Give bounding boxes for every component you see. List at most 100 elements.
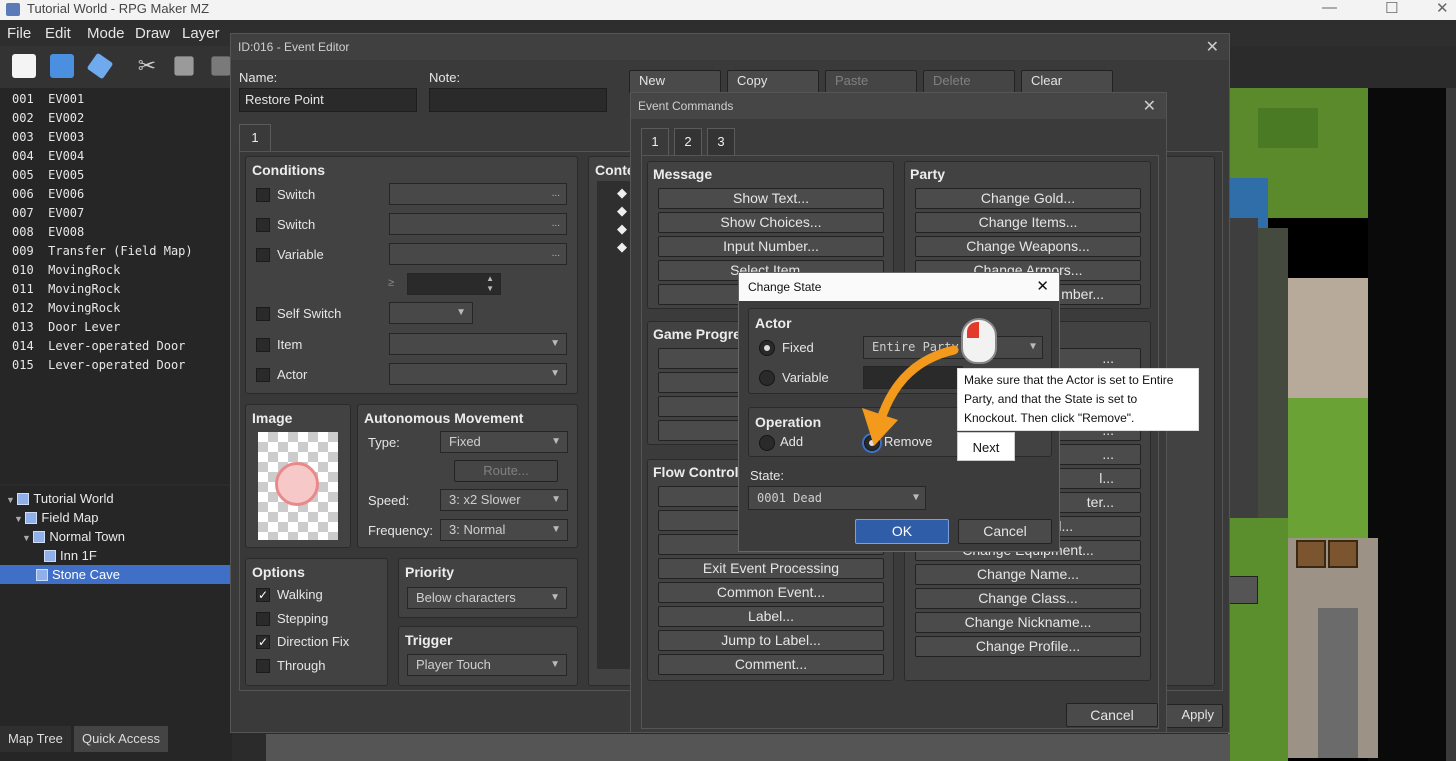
- switch2-checkbox[interactable]: [256, 218, 270, 232]
- list-item[interactable]: 011 MovingRock: [12, 280, 120, 299]
- through-checkbox[interactable]: [256, 659, 270, 673]
- route-button[interactable]: Route...: [454, 460, 558, 482]
- change-weapons-button[interactable]: Change Weapons...: [915, 236, 1141, 257]
- self-switch-checkbox[interactable]: [256, 307, 270, 321]
- label-button[interactable]: Label...: [658, 606, 884, 627]
- list-item[interactable]: 003 EV003: [12, 128, 84, 147]
- copy-icon[interactable]: [174, 56, 194, 76]
- tree-item-map[interactable]: ▼ Field Map: [14, 508, 99, 527]
- variable-select[interactable]: ...: [389, 243, 567, 265]
- tab-commands-1[interactable]: 1: [641, 128, 669, 156]
- change-items-button[interactable]: Change Items...: [915, 212, 1141, 233]
- list-item[interactable]: 012 MovingRock: [12, 299, 120, 318]
- tab-commands-3[interactable]: 3: [707, 128, 735, 156]
- menu-file[interactable]: File: [7, 25, 31, 42]
- input-number-button[interactable]: Input Number...: [658, 236, 884, 257]
- clear-page-button[interactable]: Clear: [1021, 70, 1113, 94]
- common-event-button[interactable]: Common Event...: [658, 582, 884, 603]
- actor-select[interactable]: ▼: [389, 363, 567, 385]
- ok-button[interactable]: OK: [855, 519, 949, 544]
- item-checkbox[interactable]: [256, 338, 270, 352]
- change-class-button[interactable]: Change Class...: [915, 588, 1141, 609]
- minimize-icon[interactable]: —: [1322, 0, 1337, 16]
- list-item[interactable]: 009 Transfer (Field Map): [12, 242, 193, 261]
- note-field[interactable]: [429, 88, 607, 112]
- new-project-icon[interactable]: [12, 54, 36, 78]
- jump-to-label-button[interactable]: Jump to Label...: [658, 630, 884, 651]
- change-profile-button[interactable]: Change Profile...: [915, 636, 1141, 657]
- apply-button[interactable]: Apply: [1163, 704, 1223, 728]
- project-icon: [17, 493, 30, 505]
- list-item[interactable]: 007 EV007: [12, 204, 84, 223]
- list-item[interactable]: 014 Lever-operated Door: [12, 337, 185, 356]
- next-button[interactable]: Next: [957, 432, 1015, 461]
- tree-item-map[interactable]: ▼ Normal Town: [22, 527, 125, 546]
- tree-item-map-selected[interactable]: Stone Cave: [36, 565, 120, 584]
- walking-checkbox[interactable]: ✓: [256, 588, 270, 602]
- close-icon[interactable]: ✕: [1436, 0, 1449, 17]
- item-select[interactable]: ▼: [389, 333, 567, 355]
- paste-page-button[interactable]: Paste: [825, 70, 917, 94]
- actor-checkbox[interactable]: [256, 368, 270, 382]
- tree-item-map[interactable]: Inn 1F: [44, 546, 97, 565]
- priority-select[interactable]: Below characters ▼: [407, 587, 567, 609]
- menu-edit[interactable]: Edit: [45, 25, 71, 42]
- state-select[interactable]: 0001 Dead ▼: [748, 486, 926, 510]
- change-name-button[interactable]: Change Name...: [915, 564, 1141, 585]
- tab-page-1[interactable]: 1: [239, 124, 271, 152]
- list-item[interactable]: 008 EV008: [12, 223, 84, 242]
- speed-select[interactable]: 3: x2 Slower ▼: [440, 489, 568, 511]
- list-item[interactable]: 013 Door Lever: [12, 318, 120, 337]
- comment-button[interactable]: Comment...: [658, 654, 884, 675]
- tab-quick-access[interactable]: Quick Access: [74, 726, 169, 752]
- change-nickname-button[interactable]: Change Nickname...: [915, 612, 1141, 633]
- variable-value-stepper[interactable]: ▲ ▼: [407, 273, 501, 295]
- exit-event-processing-button[interactable]: Exit Event Processing: [658, 558, 884, 579]
- list-item[interactable]: 015 Lever-operated Door: [12, 356, 185, 375]
- save-project-icon[interactable]: [86, 52, 114, 80]
- self-switch-select[interactable]: ▼: [389, 302, 473, 324]
- maximize-icon[interactable]: ☐: [1385, 0, 1398, 17]
- tab-commands-2[interactable]: 2: [674, 128, 702, 156]
- change-gold-button[interactable]: Change Gold...: [915, 188, 1141, 209]
- variable-checkbox[interactable]: [256, 248, 270, 262]
- stepping-checkbox[interactable]: [256, 612, 270, 626]
- direction-fix-checkbox[interactable]: ✓: [256, 635, 270, 649]
- map-canvas[interactable]: [1228, 88, 1456, 761]
- open-project-icon[interactable]: [50, 54, 74, 78]
- list-item[interactable]: 005 EV005: [12, 166, 84, 185]
- list-item[interactable]: 001 EV001: [12, 90, 84, 109]
- list-item[interactable]: 004 EV004: [12, 147, 84, 166]
- paste-icon[interactable]: [211, 56, 231, 76]
- switch1-select[interactable]: ...: [389, 183, 567, 205]
- frequency-select[interactable]: 3: Normal ▼: [440, 519, 568, 541]
- copy-page-button[interactable]: Copy: [727, 70, 819, 94]
- variable-radio[interactable]: [759, 370, 775, 386]
- close-icon[interactable]: ✕: [1036, 277, 1049, 295]
- type-select[interactable]: Fixed ▼: [440, 431, 568, 453]
- new-page-button[interactable]: New: [629, 70, 721, 94]
- list-item[interactable]: 006 EV006: [12, 185, 84, 204]
- list-item[interactable]: 010 MovingRock: [12, 261, 120, 280]
- cut-icon[interactable]: ✂: [135, 54, 159, 78]
- fixed-radio[interactable]: [759, 340, 775, 356]
- menu-draw[interactable]: Draw: [135, 25, 170, 42]
- switch1-checkbox[interactable]: [256, 188, 270, 202]
- switch2-select[interactable]: ...: [389, 213, 567, 235]
- tab-map-tree[interactable]: Map Tree: [0, 726, 71, 752]
- add-radio[interactable]: [759, 435, 775, 451]
- cancel-button[interactable]: Cancel: [1066, 703, 1158, 727]
- cancel-button[interactable]: Cancel: [958, 519, 1052, 544]
- show-text-button[interactable]: Show Text...: [658, 188, 884, 209]
- event-image-preview[interactable]: [258, 432, 338, 540]
- show-choices-button[interactable]: Show Choices...: [658, 212, 884, 233]
- close-icon[interactable]: ✕: [1206, 37, 1219, 57]
- delete-page-button[interactable]: Delete: [923, 70, 1015, 94]
- close-icon[interactable]: ✕: [1143, 96, 1156, 116]
- tree-item-project[interactable]: ▼ Tutorial World: [6, 489, 114, 508]
- name-field[interactable]: Restore Point: [239, 88, 417, 112]
- menu-layer[interactable]: Layer: [182, 25, 220, 42]
- menu-mode[interactable]: Mode: [87, 25, 125, 42]
- trigger-select[interactable]: Player Touch ▼: [407, 654, 567, 676]
- list-item[interactable]: 002 EV002: [12, 109, 84, 128]
